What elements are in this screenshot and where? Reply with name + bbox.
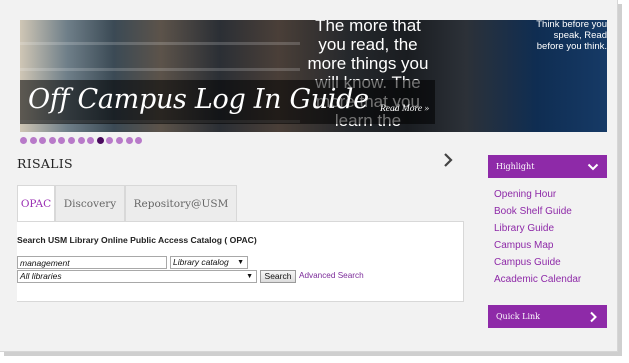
dropdown-arrow-icon: ▼ xyxy=(237,259,244,266)
tab-repository[interactable]: Repository@USM xyxy=(125,185,237,221)
advanced-search-link[interactable]: Advanced Search xyxy=(299,271,364,280)
section-title: RISALIS xyxy=(17,156,73,171)
sidebar-item-academic-calendar[interactable]: Academic Calendar xyxy=(494,271,581,288)
slider-dot[interactable] xyxy=(106,137,114,144)
hero-side-quote: Think before you speak, Read before you … xyxy=(536,20,607,52)
slider-dot[interactable] xyxy=(87,137,95,144)
slider-dot[interactable] xyxy=(67,137,75,144)
hero-title[interactable]: Off Campus Log In Guide xyxy=(28,84,369,115)
slider-dot[interactable] xyxy=(29,137,37,144)
shelf-line xyxy=(20,42,300,45)
sidebar-item-book-shelf-guide[interactable]: Book Shelf Guide xyxy=(494,203,581,220)
slider-dot[interactable] xyxy=(96,137,104,144)
chevron-right-icon xyxy=(590,311,597,323)
slider-dot[interactable] xyxy=(77,137,85,144)
highlight-title: Highlight xyxy=(496,162,535,171)
catalog-select-value: Library catalog xyxy=(173,257,229,267)
sidebar-item-library-guide[interactable]: Library Guide xyxy=(494,220,581,237)
slider-dot[interactable] xyxy=(58,137,66,144)
shelf-line xyxy=(20,68,300,71)
tab-discovery[interactable]: Discovery xyxy=(55,185,125,221)
read-more-link[interactable]: Read More » xyxy=(380,104,429,114)
highlight-list: Opening Hour Book Shelf Guide Library Gu… xyxy=(494,186,581,288)
slider-dot[interactable] xyxy=(48,137,56,144)
opac-panel: Search USM Library Online Public Access … xyxy=(17,221,464,302)
chevron-right-icon[interactable] xyxy=(440,152,456,168)
highlight-header[interactable]: Highlight xyxy=(488,155,607,178)
opac-heading: Search USM Library Online Public Access … xyxy=(17,235,257,245)
slider-dot[interactable] xyxy=(135,137,143,144)
slider-dots xyxy=(20,137,145,145)
quick-link-header[interactable]: Quick Link xyxy=(488,305,607,328)
page: The more that you read, the more things … xyxy=(0,0,618,352)
slider-dot[interactable] xyxy=(115,137,123,144)
sidebar-item-campus-map[interactable]: Campus Map xyxy=(494,237,581,254)
library-select[interactable]: All libraries ▼ xyxy=(17,270,257,283)
slider-dot[interactable] xyxy=(39,137,47,144)
library-select-value: All libraries xyxy=(20,271,62,281)
sidebar-item-campus-guide[interactable]: Campus Guide xyxy=(494,254,581,271)
quick-link-title: Quick Link xyxy=(496,312,541,321)
sidebar-item-opening-hour[interactable]: Opening Hour xyxy=(494,186,581,203)
dropdown-arrow-icon: ▼ xyxy=(246,273,253,280)
search-button[interactable]: Search xyxy=(260,270,296,283)
hero-banner[interactable]: The more that you read, the more things … xyxy=(20,20,607,132)
search-input[interactable] xyxy=(17,256,167,269)
chevron-down-icon xyxy=(587,163,599,171)
slider-dot[interactable] xyxy=(125,137,133,144)
slider-dot[interactable] xyxy=(20,137,27,144)
catalog-select[interactable]: Library catalog ▼ xyxy=(170,256,248,269)
tab-opac[interactable]: OPAC xyxy=(17,185,55,222)
